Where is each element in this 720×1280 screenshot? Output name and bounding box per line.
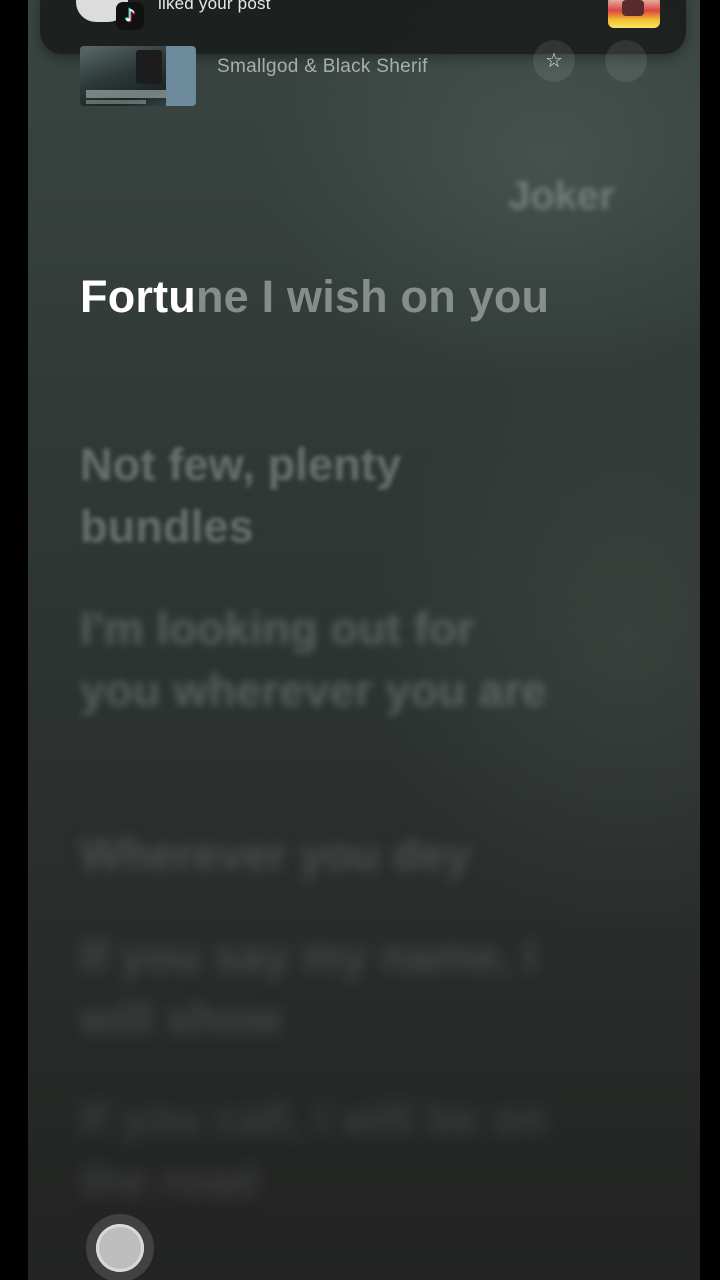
notification-text: liked your post	[158, 0, 271, 13]
assistive-touch-button[interactable]	[86, 1214, 154, 1280]
lyric-sung-part: Fortu	[80, 271, 196, 322]
more-options-button[interactable]	[605, 40, 647, 82]
star-icon: ☆	[545, 48, 563, 72]
singer-tag: Joker	[508, 174, 615, 218]
lyric-line[interactable]: I'm looking out for you wherever you are	[80, 598, 550, 722]
lyrics-screen: ♪ liked your post Smallgod & Black Sheri…	[28, 0, 700, 1280]
tiktok-icon: ♪	[116, 2, 144, 30]
favorite-button[interactable]: ☆	[533, 40, 575, 82]
lyric-unsung-part: ne I wish on you	[195, 271, 550, 322]
artist-name: Smallgod & Black Sherif	[217, 56, 428, 77]
lyric-line-active[interactable]: Fortune I wish on you	[80, 266, 550, 328]
lyric-line[interactable]: If you call, I will be on the road	[80, 1088, 550, 1212]
lyric-line[interactable]: If you say my name, I will show	[80, 926, 550, 1050]
lyric-line[interactable]: Not few, plenty bundles	[80, 434, 550, 558]
album-art[interactable]	[80, 46, 196, 106]
lyric-line[interactable]: Wherever you dey	[80, 824, 550, 886]
post-thumbnail	[608, 0, 660, 28]
